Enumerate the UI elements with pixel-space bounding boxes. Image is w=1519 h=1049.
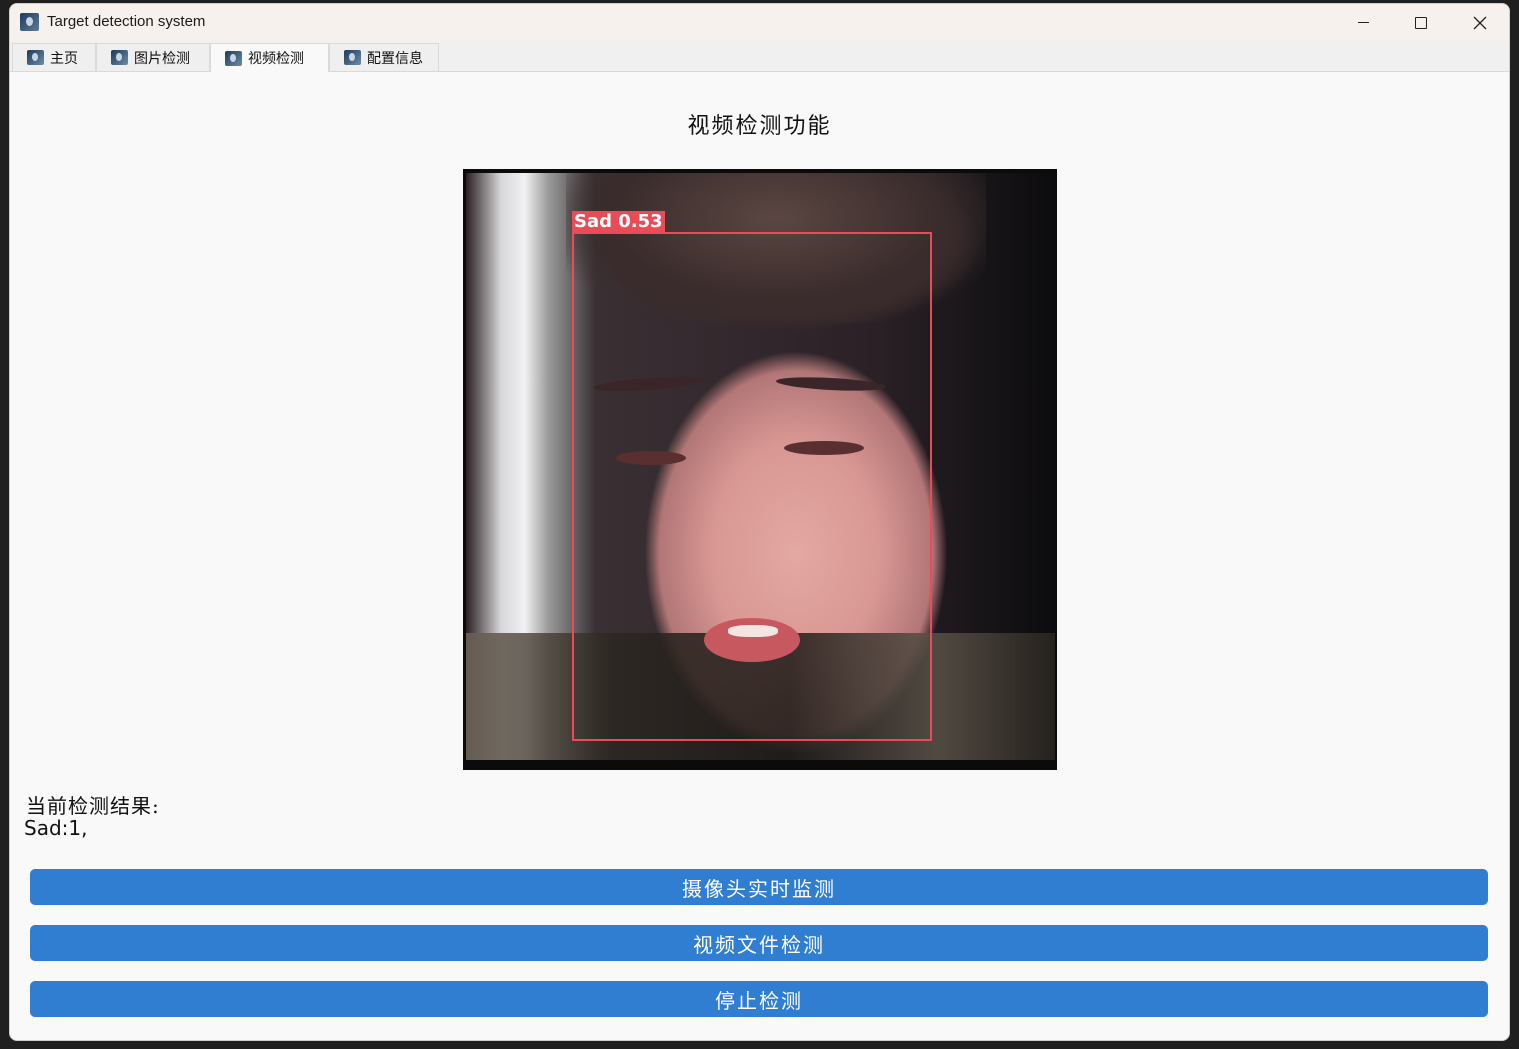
tab-label: 图片检测 [134, 50, 190, 67]
tab-label: 视频检测 [248, 51, 304, 67]
detection-label: Sad 0.53 [572, 211, 665, 233]
stop-detect-button[interactable]: 停止检测 [30, 981, 1488, 1017]
close-button[interactable] [1451, 4, 1509, 41]
tab-video-icon [225, 50, 242, 66]
title-bar: Target detection system [10, 4, 1509, 41]
tab-video-detection[interactable]: 视频检测 [210, 43, 329, 72]
tab-home-icon [27, 50, 44, 65]
video-file-detect-button[interactable]: 视频文件检测 [30, 925, 1488, 961]
app-icon [20, 13, 39, 31]
result-value: Sad:1, [24, 816, 88, 840]
tab-label: 配置信息 [367, 50, 423, 67]
video-display: Sad 0.53 [463, 169, 1057, 770]
result-title: 当前检测结果: [26, 794, 160, 818]
minimize-button[interactable] [1334, 4, 1392, 41]
tab-config[interactable]: 配置信息 [329, 43, 439, 71]
tab-label: 主页 [50, 50, 78, 67]
close-icon [1473, 16, 1487, 29]
detection-box [572, 232, 932, 741]
page-title: 视频检测功能 [687, 114, 832, 139]
window-title: Target detection system [47, 13, 206, 30]
maximize-button[interactable] [1392, 4, 1450, 41]
tab-image-detection[interactable]: 图片检测 [96, 43, 210, 71]
tab-home[interactable]: 主页 [12, 43, 96, 71]
tab-bar: 主页 图片检测 视频检测 配置信息 [10, 41, 1509, 72]
video-frame-image: Sad 0.53 [466, 173, 1055, 760]
tab-config-icon [344, 50, 361, 65]
tab-image-icon [111, 50, 128, 65]
app-window: Target detection system 主页 图片检测 视频检测 配置信… [9, 3, 1510, 1041]
camera-monitor-button[interactable]: 摄像头实时监测 [30, 869, 1488, 905]
